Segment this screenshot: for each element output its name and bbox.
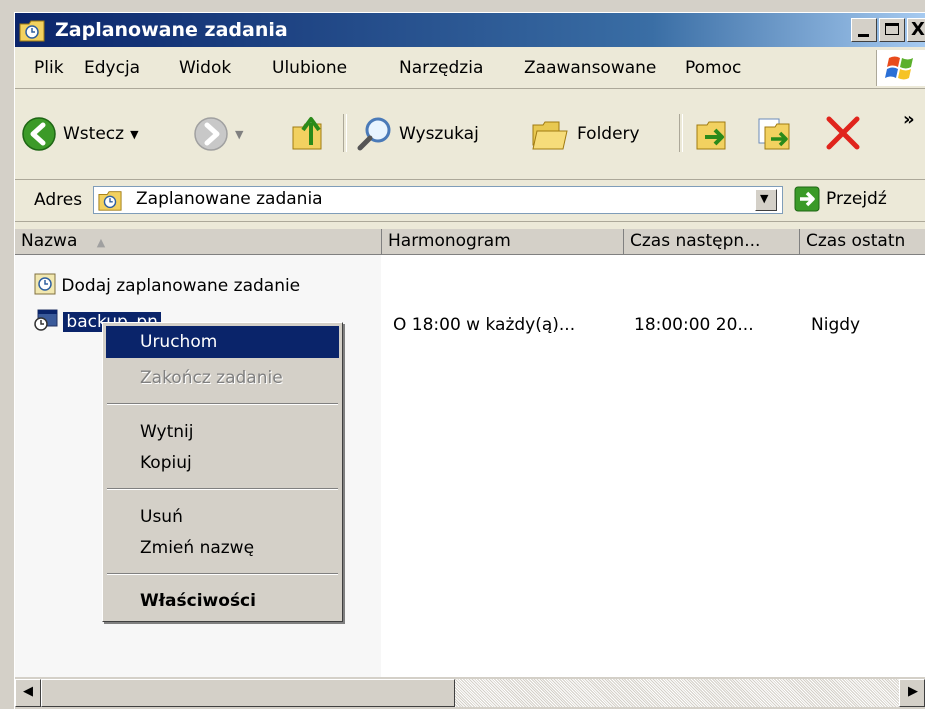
back-dropdown-icon[interactable]: ▼ <box>130 128 138 141</box>
toolbar: Wstecz ▼ ▼ Wyszukaj Foldery » <box>15 89 925 180</box>
context-menu: Uruchom Zakończ zadanie Wytnij Kopiuj Us… <box>102 322 343 622</box>
search-button[interactable]: Wyszukaj <box>357 115 479 153</box>
back-arrow-icon <box>22 117 56 151</box>
scheduled-tasks-folder-icon <box>19 20 45 42</box>
menu-view[interactable]: Widok <box>179 58 231 78</box>
header-next-run-label: Czas następn... <box>630 231 761 251</box>
add-task-wizard-icon <box>34 273 56 295</box>
maximize-button[interactable] <box>879 18 905 42</box>
up-folder-button[interactable] <box>291 115 327 153</box>
scheduled-tasks-folder-icon <box>98 191 122 211</box>
menu-file[interactable]: Plik <box>34 58 64 78</box>
close-icon: X <box>911 19 925 40</box>
windows-logo <box>876 50 925 86</box>
menu-item-end-task: Zakończ zadanie <box>140 368 283 388</box>
menu-help[interactable]: Pomoc <box>685 58 741 78</box>
move-to-button[interactable] <box>695 115 733 153</box>
header-schedule-label: Harmonogram <box>388 231 511 251</box>
forward-arrow-icon <box>194 117 228 151</box>
address-bar: Adres Zaplanowane zadania ▼ Przejdź <box>15 179 925 222</box>
close-button[interactable]: X <box>907 18 925 42</box>
address-dropdown-button[interactable]: ▼ <box>755 189 777 211</box>
delete-x-icon <box>826 116 860 150</box>
scheduled-task-icon <box>34 309 58 331</box>
menu-favorites[interactable]: Ulubione <box>272 58 347 78</box>
sort-ascending-icon: ▲ <box>96 236 106 249</box>
menu-edit[interactable]: Edycja <box>84 58 140 78</box>
column-headers: Nazwa ▲ Harmonogram Czas następn... Czas… <box>15 229 925 255</box>
menu-item-cut[interactable]: Wytnij <box>106 416 339 448</box>
header-schedule[interactable]: Harmonogram <box>382 229 624 255</box>
scroll-right-icon: ▶ <box>908 684 918 699</box>
maximize-icon <box>885 23 899 35</box>
next-run-cell: 18:00:00 20... <box>634 315 754 335</box>
folders-label: Foldery <box>577 124 640 144</box>
menu-separator <box>107 573 338 575</box>
last-run-cell: Nigdy <box>811 315 861 335</box>
scroll-left-button[interactable]: ◀ <box>15 679 41 707</box>
address-label: Adres <box>34 190 83 210</box>
go-arrow-icon <box>794 186 820 212</box>
header-last-run[interactable]: Czas ostatn <box>800 229 925 255</box>
menu-bar: Plik Edycja Widok Ulubione Narzędzia Zaa… <box>15 48 925 89</box>
folders-icon <box>532 121 568 150</box>
scroll-left-icon: ◀ <box>23 684 33 699</box>
menu-item-rename[interactable]: Zmień nazwę <box>106 532 339 564</box>
go-button[interactable]: Przejdź <box>794 186 887 212</box>
copy-to-button[interactable] <box>755 115 793 153</box>
menu-item-copy[interactable]: Kopiuj <box>106 447 339 479</box>
menu-advanced[interactable]: Zaawansowane <box>524 58 656 78</box>
folders-button[interactable]: Foldery <box>531 115 640 153</box>
chevron-down-icon: ▼ <box>760 192 769 205</box>
header-next-run[interactable]: Czas następn... <box>624 229 800 255</box>
minimize-icon <box>858 34 869 37</box>
header-name-label: Nazwa <box>21 231 78 251</box>
delete-button[interactable] <box>823 113 863 153</box>
menu-separator <box>107 403 338 405</box>
header-last-run-label: Czas ostatn <box>806 231 906 251</box>
toolbar-separator-2 <box>679 114 683 152</box>
menu-item-properties[interactable]: Właściwości <box>106 585 339 617</box>
menu-item-run[interactable]: Uruchom <box>106 326 339 358</box>
toolbar-separator <box>343 114 347 152</box>
forward-dropdown-icon[interactable]: ▼ <box>235 128 243 141</box>
menu-tools[interactable]: Narzędzia <box>399 58 483 78</box>
folder-up-icon <box>292 117 322 150</box>
minimize-button[interactable] <box>851 18 877 42</box>
back-label: Wstecz <box>63 124 125 144</box>
window-title: Zaplanowane zadania <box>55 19 288 41</box>
menu-item-delete[interactable]: Usuń <box>106 501 339 533</box>
list-item-add-task[interactable]: Dodaj zaplanowane zadanie <box>34 273 300 296</box>
windows-flag-icon <box>885 56 913 80</box>
go-label: Przejdź <box>826 189 887 209</box>
scroll-thumb[interactable] <box>41 679 455 707</box>
list-item-name: Dodaj zaplanowane zadanie <box>61 276 301 296</box>
copy-to-icon <box>758 118 790 150</box>
address-field[interactable]: Zaplanowane zadania <box>93 186 783 214</box>
toolbar-more-icon[interactable]: » <box>903 109 915 130</box>
schedule-cell: O 18:00 w każdy(ą)... <box>393 315 576 335</box>
horizontal-scrollbar[interactable]: ◀ ▶ <box>15 677 925 709</box>
back-button[interactable]: Wstecz ▼ <box>21 116 139 152</box>
move-to-icon <box>696 121 726 150</box>
header-name[interactable]: Nazwa ▲ <box>15 229 382 255</box>
search-icon <box>357 117 391 151</box>
title-bar[interactable]: Zaplanowane zadania X <box>15 13 925 47</box>
menu-separator <box>107 488 338 490</box>
forward-button[interactable]: ▼ <box>193 116 243 152</box>
search-label: Wyszukaj <box>399 124 479 144</box>
address-value: Zaplanowane zadania <box>136 189 323 209</box>
scroll-right-button[interactable]: ▶ <box>899 679 925 707</box>
